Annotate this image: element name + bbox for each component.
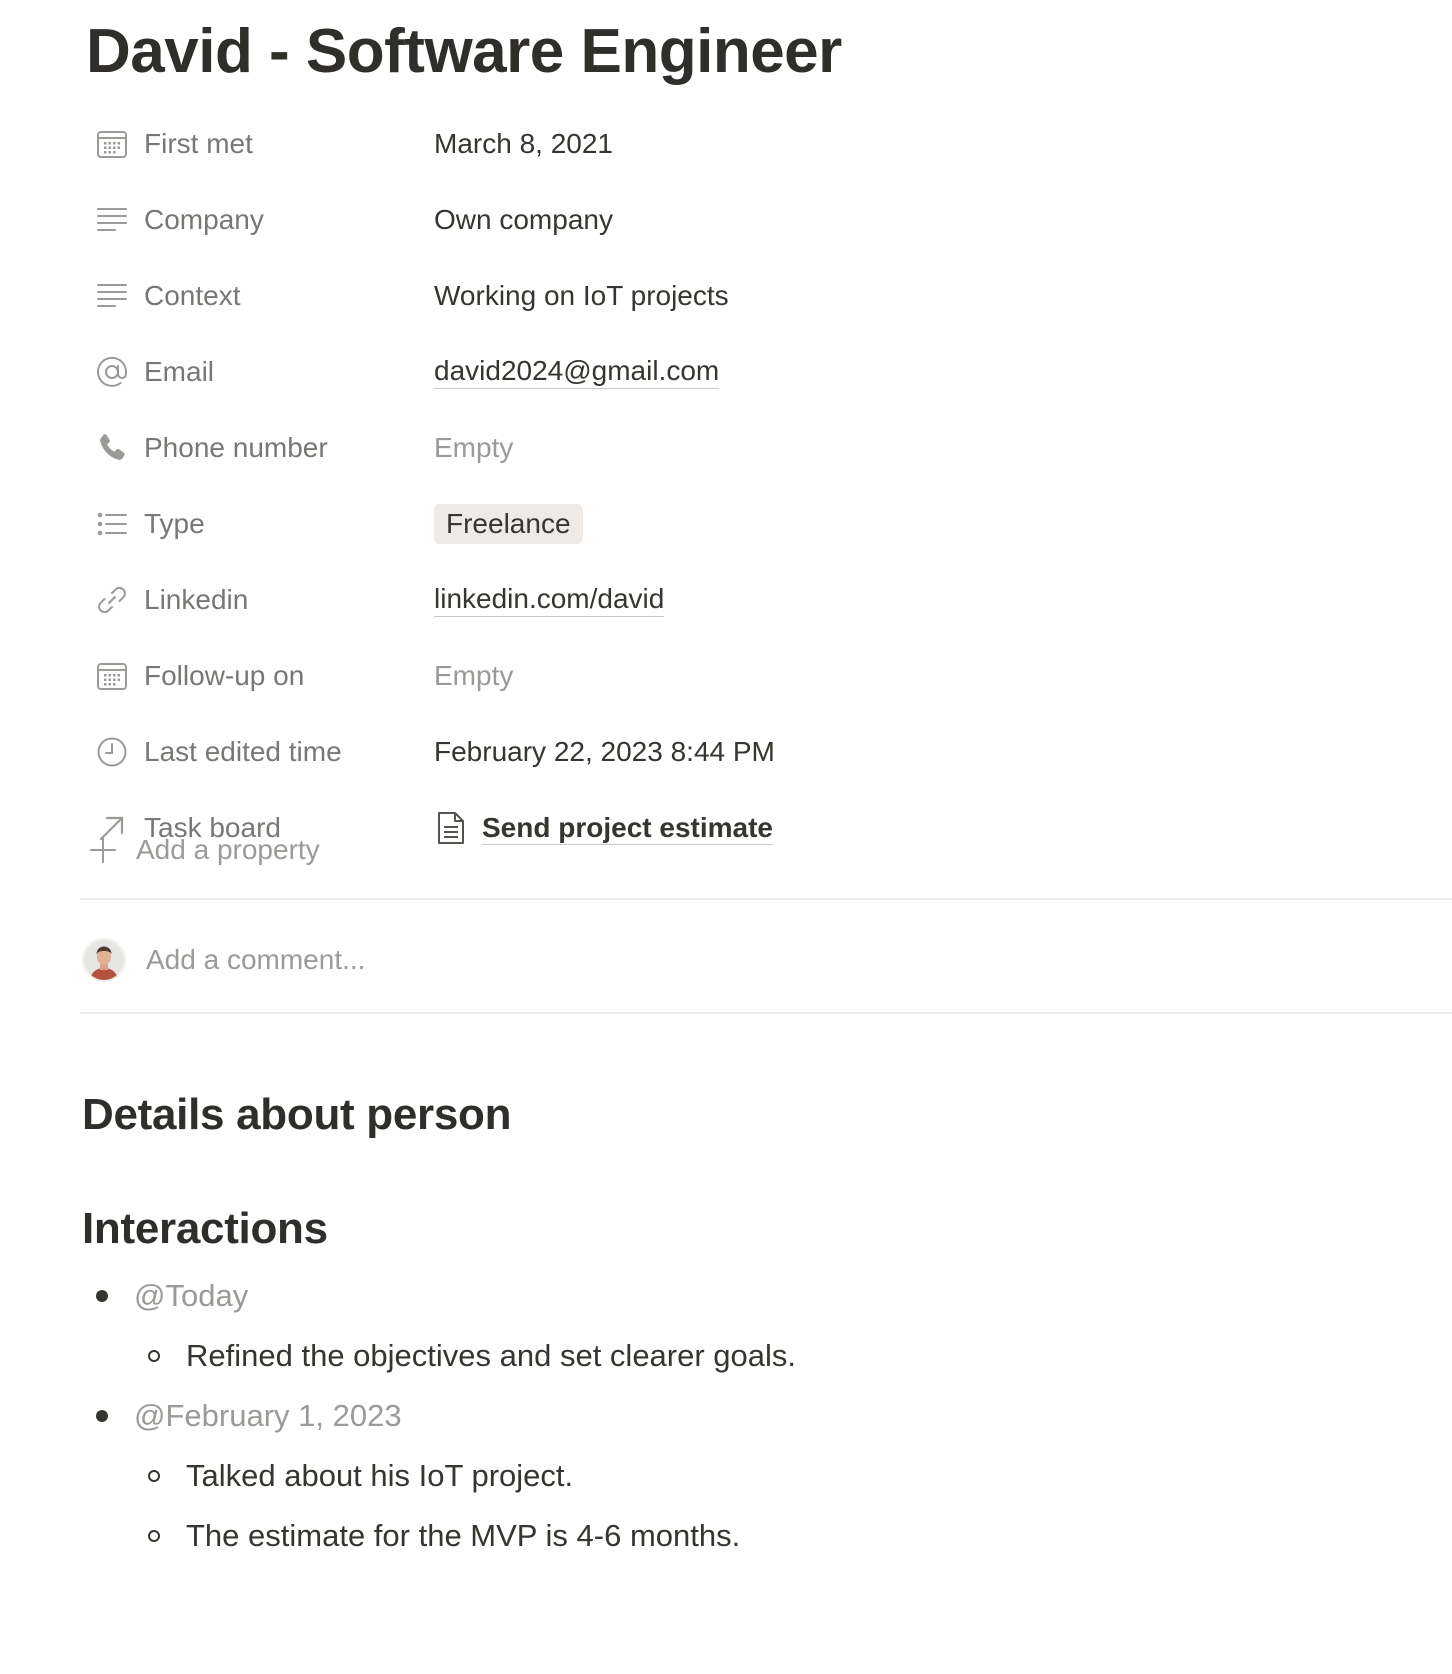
document-icon <box>434 810 468 846</box>
avatar <box>84 940 124 980</box>
property-key[interactable]: First met <box>82 106 434 182</box>
calendar-icon <box>94 658 130 694</box>
bullet-dot <box>96 1410 108 1422</box>
list-item[interactable]: Refined the objectives and set clearer g… <box>82 1326 796 1386</box>
property-value-type[interactable]: Freelance <box>434 486 583 562</box>
bullet-circle <box>148 1350 160 1362</box>
text-lines-icon <box>94 278 130 314</box>
property-label: Type <box>144 508 205 539</box>
note-text[interactable]: The estimate for the MVP is 4-6 months. <box>186 1518 740 1554</box>
property-label: Phone number <box>144 432 328 463</box>
property-company[interactable]: Company Own company <box>82 182 1452 258</box>
property-label: Company <box>144 204 264 235</box>
text-lines-icon <box>94 202 130 238</box>
property-value-linkedin[interactable]: linkedin.com/david <box>434 562 665 638</box>
property-linkedin[interactable]: Linkedin linkedin.com/david <box>82 562 1452 638</box>
bullet-circle <box>148 1470 160 1482</box>
property-value-email[interactable]: david2024@gmail.com <box>434 334 720 410</box>
task-board-link[interactable]: Send project estimate <box>482 812 773 845</box>
interactions-list: @Today Refined the objectives and set cl… <box>82 1266 796 1566</box>
property-value-follow-up-on[interactable]: Empty <box>434 638 513 714</box>
page-title[interactable]: David - Software Engineer <box>86 14 842 90</box>
comment-row <box>84 928 746 992</box>
list-item[interactable]: @February 1, 2023 <box>82 1386 796 1446</box>
bullet-circle <box>148 1530 160 1542</box>
property-key[interactable]: Context <box>82 258 434 334</box>
property-context[interactable]: Context Working on IoT projects <box>82 258 1452 334</box>
property-key[interactable]: Email <box>82 334 434 410</box>
bullet-dot <box>96 1290 108 1302</box>
date-mention[interactable]: @February 1, 2023 <box>134 1398 402 1434</box>
property-value-phone-number[interactable]: Empty <box>434 410 513 486</box>
calendar-icon <box>94 126 130 162</box>
type-tag[interactable]: Freelance <box>434 504 583 544</box>
linkedin-link[interactable]: linkedin.com/david <box>434 583 665 617</box>
interactions-heading[interactable]: Interactions <box>82 1202 328 1256</box>
property-value-last-edited-time: February 22, 2023 8:44 PM <box>434 736 775 767</box>
property-key[interactable]: Last edited time <box>82 714 434 790</box>
property-key[interactable]: Linkedin <box>82 562 434 638</box>
plus-icon <box>88 835 118 865</box>
divider <box>80 1012 1452 1014</box>
list-item[interactable]: Talked about his IoT project. <box>82 1446 796 1506</box>
property-key[interactable]: Follow-up on <box>82 638 434 714</box>
note-text[interactable]: Refined the objectives and set clearer g… <box>186 1338 796 1374</box>
add-property-button[interactable]: Add a property <box>82 814 320 886</box>
property-key[interactable]: Type <box>82 486 434 562</box>
list-item[interactable]: @Today <box>82 1266 796 1326</box>
property-label: Last edited time <box>144 736 342 767</box>
property-phone-number[interactable]: Phone number Empty <box>82 410 1452 486</box>
list-item[interactable]: The estimate for the MVP is 4-6 months. <box>82 1506 796 1566</box>
property-first-met[interactable]: First met March 8, 2021 <box>82 106 1452 182</box>
email-link[interactable]: david2024@gmail.com <box>434 355 720 389</box>
date-mention[interactable]: @Today <box>134 1278 248 1314</box>
property-last-edited-time[interactable]: Last edited time February 22, 2023 8:44 … <box>82 714 1452 790</box>
properties-list: First met March 8, 2021 Company Own comp… <box>82 106 1452 866</box>
property-label: Linkedin <box>144 584 249 615</box>
property-label: Follow-up on <box>144 660 305 691</box>
add-property-label: Add a property <box>136 834 320 865</box>
property-key[interactable]: Phone number <box>82 410 434 486</box>
link-icon <box>94 582 130 618</box>
property-email[interactable]: Email david2024@gmail.com <box>82 334 1452 410</box>
clock-icon <box>94 734 130 770</box>
page: David - Software Engineer First met Marc… <box>0 0 1452 1674</box>
list-icon <box>94 506 130 542</box>
phone-icon <box>94 430 130 466</box>
comment-input[interactable] <box>146 944 746 976</box>
property-label: Context <box>144 280 241 311</box>
property-type[interactable]: Type Freelance <box>82 486 1452 562</box>
property-value-first-met[interactable]: March 8, 2021 <box>434 106 613 182</box>
property-label: Email <box>144 356 215 387</box>
property-label: First met <box>144 128 253 159</box>
property-value-company[interactable]: Own company <box>434 182 613 258</box>
note-text[interactable]: Talked about his IoT project. <box>186 1458 573 1494</box>
property-key[interactable]: Company <box>82 182 434 258</box>
details-heading[interactable]: Details about person <box>82 1088 512 1142</box>
property-follow-up-on[interactable]: Follow-up on Empty <box>82 638 1452 714</box>
property-value-task-board[interactable]: Send project estimate <box>434 790 773 866</box>
divider <box>80 898 1452 900</box>
at-sign-icon <box>94 354 130 390</box>
property-value-context[interactable]: Working on IoT projects <box>434 258 729 334</box>
